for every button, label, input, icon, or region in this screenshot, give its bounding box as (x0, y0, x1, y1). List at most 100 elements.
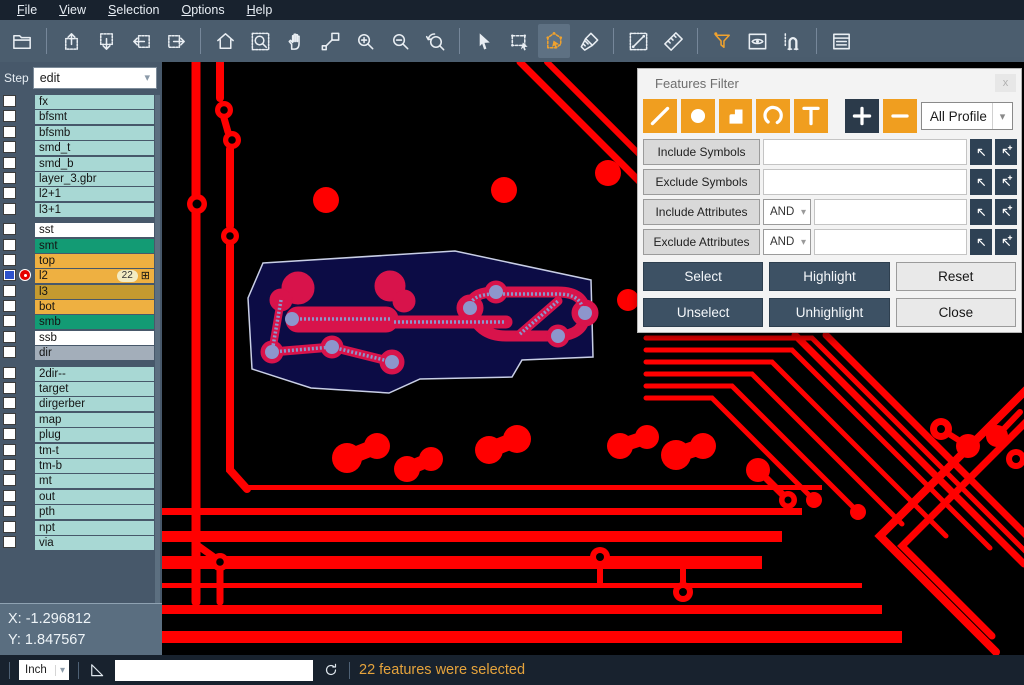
layer-name[interactable]: plug (35, 428, 154, 442)
layer-active-indicator[interactable] (16, 285, 35, 299)
menu-view[interactable]: View (48, 0, 97, 20)
include-attributes-button[interactable]: Include Attributes (643, 199, 760, 225)
layer-visibility-checkbox[interactable] (3, 505, 16, 517)
layer-row[interactable]: tm-t (0, 444, 162, 458)
layer-row[interactable]: target (0, 382, 162, 396)
layer-name[interactable]: mt (35, 474, 154, 488)
layer-row[interactable]: bfsmt (0, 110, 162, 124)
menu-options[interactable]: Options (170, 0, 235, 20)
layer-row[interactable]: bfsmb (0, 126, 162, 140)
layer-row[interactable]: smb (0, 315, 162, 329)
rectangle-select-icon[interactable] (503, 24, 535, 58)
layer-active-indicator[interactable] (16, 367, 35, 381)
layer-visibility-checkbox[interactable] (3, 346, 16, 358)
layer-visibility-checkbox[interactable] (3, 490, 16, 502)
layer-name[interactable]: tm-b (35, 459, 154, 473)
layer-active-indicator[interactable] (16, 444, 35, 458)
zoom-out-icon[interactable] (384, 24, 416, 58)
unit-select[interactable]: Inch ▾ (19, 660, 69, 680)
layer-row[interactable]: dir (0, 346, 162, 360)
layer-name[interactable]: smt (35, 239, 154, 253)
pan-right-icon[interactable] (160, 24, 192, 58)
layer-visibility-checkbox[interactable] (3, 254, 16, 266)
layer-active-indicator[interactable] (16, 172, 35, 186)
profile-select[interactable]: All Profile ▾ (921, 102, 1013, 130)
layer-row[interactable]: l222⊞ (0, 269, 162, 283)
zoom-in-icon[interactable] (349, 24, 381, 58)
layer-visibility-checkbox[interactable] (3, 300, 16, 312)
layer-name[interactable]: layer_3.gbr (35, 172, 154, 186)
layer-visibility-checkbox[interactable] (3, 141, 16, 153)
layer-active-indicator[interactable] (16, 239, 35, 253)
polygon-select-icon[interactable] (538, 24, 570, 58)
layer-row[interactable]: l2+1 (0, 187, 162, 201)
layer-name[interactable]: pth (35, 505, 154, 519)
layer-name[interactable]: bfsmt (35, 110, 154, 124)
home-view-icon[interactable] (209, 24, 241, 58)
remove-filter-icon[interactable] (883, 99, 917, 133)
menu-help[interactable]: Help (236, 0, 284, 20)
layer-name[interactable]: target (35, 382, 154, 396)
layer-row[interactable]: l3+1 (0, 203, 162, 217)
layer-row[interactable]: tm-b (0, 459, 162, 473)
layer-active-indicator[interactable] (16, 397, 35, 411)
layer-name[interactable]: l222⊞ (35, 269, 154, 283)
include-attributes-operator-select[interactable]: AND ▾ (763, 199, 811, 225)
pan-hand-icon[interactable] (279, 24, 311, 58)
layer-active-indicator[interactable] (16, 269, 35, 283)
measure-points-icon[interactable] (622, 24, 654, 58)
layer-visibility-checkbox[interactable] (3, 269, 16, 281)
features-filter-icon[interactable] (706, 24, 738, 58)
layer-row[interactable]: sst (0, 223, 162, 237)
layer-row[interactable]: smd_b (0, 157, 162, 171)
layer-visibility-checkbox[interactable] (3, 474, 16, 486)
include-symbols-button[interactable]: Include Symbols (643, 139, 760, 165)
layer-row[interactable]: bot (0, 300, 162, 314)
layer-active-indicator[interactable] (16, 141, 35, 155)
layer-visibility-checkbox[interactable] (3, 95, 16, 107)
pan-down-icon[interactable] (90, 24, 122, 58)
layer-visibility-checkbox[interactable] (3, 126, 16, 138)
layer-row[interactable]: fx (0, 95, 162, 109)
layer-active-indicator[interactable] (16, 536, 35, 550)
layer-row[interactable]: dirgerber (0, 397, 162, 411)
exclude-attributes-button[interactable]: Exclude Attributes (643, 229, 760, 255)
layer-active-indicator[interactable] (16, 331, 35, 345)
layer-row[interactable]: top (0, 254, 162, 268)
layer-row[interactable]: map (0, 413, 162, 427)
layer-active-indicator[interactable] (16, 505, 35, 519)
layer-name[interactable]: l2+1 (35, 187, 154, 201)
layer-row[interactable]: via (0, 536, 162, 550)
layer-active-indicator[interactable] (16, 428, 35, 442)
include-symbols-input[interactable] (763, 139, 967, 165)
ruler-icon[interactable] (657, 24, 689, 58)
layer-visibility-checkbox[interactable] (3, 536, 16, 548)
layer-visibility-checkbox[interactable] (3, 172, 16, 184)
pick-add-symbol-icon[interactable] (995, 139, 1017, 165)
layer-name[interactable]: fx (35, 95, 154, 109)
layer-active-indicator[interactable] (16, 300, 35, 314)
layer-name[interactable]: map (35, 413, 154, 427)
layer-active-indicator[interactable] (16, 110, 35, 124)
layer-visibility-checkbox[interactable] (3, 521, 16, 533)
close-button[interactable]: Close (896, 298, 1016, 327)
unhighlight-button[interactable]: Unhighlight (769, 298, 889, 327)
layer-row[interactable]: layer_3.gbr (0, 172, 162, 186)
layer-name[interactable]: bfsmb (35, 126, 154, 140)
dialog-close-icon[interactable]: x (995, 74, 1016, 92)
reset-button[interactable]: Reset (896, 262, 1016, 291)
exclude-attributes-operator-select[interactable]: AND ▾ (763, 229, 811, 255)
menu-file[interactable]: File (6, 0, 48, 20)
layer-visibility-checkbox[interactable] (3, 187, 16, 199)
layer-active-indicator[interactable] (16, 346, 35, 360)
pan-left-icon[interactable] (125, 24, 157, 58)
layer-name[interactable]: npt (35, 521, 154, 535)
zoom-object-icon[interactable] (314, 24, 346, 58)
layer-name[interactable]: sst (35, 223, 154, 237)
select-arrow-icon[interactable] (468, 24, 500, 58)
layer-active-indicator[interactable] (16, 157, 35, 171)
layer-row[interactable]: ssb (0, 331, 162, 345)
layer-active-indicator[interactable] (16, 413, 35, 427)
layer-visibility-checkbox[interactable] (3, 331, 16, 343)
layers-panel-icon[interactable] (825, 24, 857, 58)
